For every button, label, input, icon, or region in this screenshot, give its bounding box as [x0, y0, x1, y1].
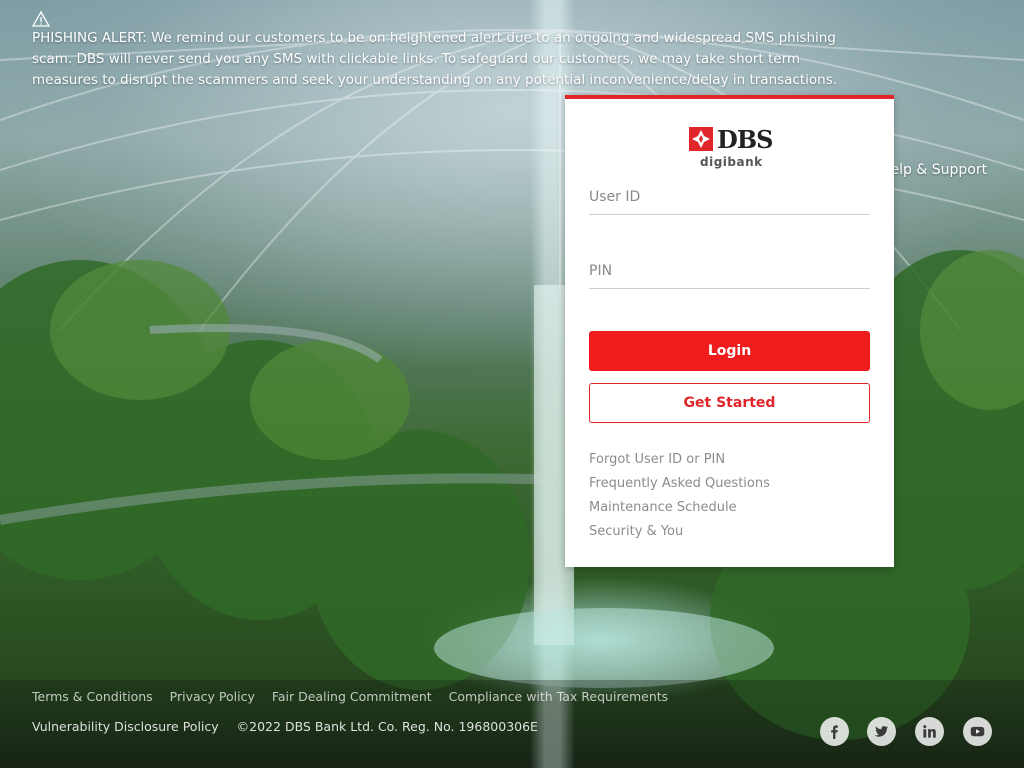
- twitter-link[interactable]: [867, 717, 896, 746]
- maintenance-schedule-link[interactable]: Maintenance Schedule: [589, 496, 770, 520]
- dbs-digibank-logo: DBS digibank: [689, 125, 773, 169]
- linkedin-icon: [923, 725, 936, 738]
- login-card: DBS digibank Login Get Started Forgot Us…: [565, 95, 894, 567]
- youtube-icon: [970, 726, 985, 737]
- footer-links: Terms & Conditions Privacy Policy Fair D…: [32, 689, 681, 704]
- facebook-link[interactable]: [820, 717, 849, 746]
- pin-input[interactable]: [589, 253, 870, 289]
- security-link[interactable]: Security & You: [589, 520, 770, 544]
- youtube-link[interactable]: [963, 717, 992, 746]
- user-id-input[interactable]: [589, 179, 870, 215]
- get-started-button[interactable]: Get Started: [589, 383, 870, 423]
- facebook-icon: [831, 725, 838, 739]
- privacy-link[interactable]: Privacy Policy: [170, 689, 255, 704]
- vulnerability-disclosure-link[interactable]: Vulnerability Disclosure Policy: [32, 719, 219, 734]
- help-support-link[interactable]: Help & Support: [880, 162, 987, 178]
- tax-compliance-link[interactable]: Compliance with Tax Requirements: [449, 689, 669, 704]
- footer-row-2: Vulnerability Disclosure Policy ©2022 DB…: [32, 719, 538, 734]
- fair-dealing-link[interactable]: Fair Dealing Commitment: [272, 689, 432, 704]
- faq-link[interactable]: Frequently Asked Questions: [589, 472, 770, 496]
- twitter-icon: [874, 726, 889, 737]
- help-links: Forgot User ID or PIN Frequently Asked Q…: [589, 448, 770, 544]
- linkedin-link[interactable]: [915, 717, 944, 746]
- copyright-text: ©2022 DBS Bank Ltd. Co. Reg. No. 1968003…: [236, 719, 538, 734]
- phishing-alert-text: PHISHING ALERT: We remind our customers …: [32, 30, 838, 88]
- terms-link[interactable]: Terms & Conditions: [32, 689, 153, 704]
- warning-icon: [32, 10, 50, 27]
- phishing-alert: PHISHING ALERT: We remind our customers …: [32, 10, 862, 91]
- login-button[interactable]: Login: [589, 331, 870, 371]
- forgot-credentials-link[interactable]: Forgot User ID or PIN: [589, 448, 770, 472]
- dbs-star-icon: [689, 127, 713, 151]
- brand-subtitle: digibank: [700, 155, 763, 169]
- brand-name: DBS: [717, 125, 773, 154]
